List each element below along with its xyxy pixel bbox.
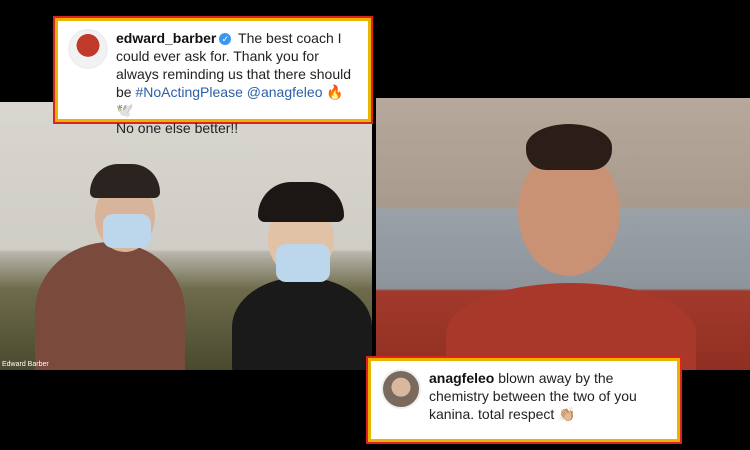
verified-badge-icon: ✓ <box>219 33 232 46</box>
comment-text: edward_barber ✓ The best coach I could ev… <box>116 29 358 136</box>
mention-link[interactable]: @anagfeleo <box>247 84 323 100</box>
right-video-feed <box>376 98 750 370</box>
smiling-woman-hair <box>526 124 612 170</box>
username[interactable]: edward_barber <box>116 30 216 46</box>
video-name-tag: Edward Barber <box>2 361 49 368</box>
hashtag-link[interactable]: #NoActingPlease <box>135 84 242 100</box>
avatar <box>68 29 108 69</box>
comment-text: anagfeleo blown away by the chemistry be… <box>429 369 667 431</box>
woman-red-shirt-figure <box>446 283 696 370</box>
top-comment-card: edward_barber ✓ The best coach I could ev… <box>55 18 371 136</box>
avatar <box>381 369 421 409</box>
woman-mask <box>276 244 330 282</box>
woman-hair <box>258 182 344 222</box>
left-video-feed: Edward Barber <box>0 102 372 370</box>
man-figure <box>35 242 185 370</box>
woman-figure <box>232 277 372 370</box>
man-mask <box>103 214 151 248</box>
comment-closing: No one else better!! <box>116 120 239 136</box>
bottom-comment-card: anagfeleo blown away by the chemistry be… <box>368 358 680 442</box>
clapping-emoji-icon: 👏🏼 <box>558 406 576 422</box>
username[interactable]: anagfeleo <box>429 370 494 386</box>
man-hair <box>90 164 160 198</box>
